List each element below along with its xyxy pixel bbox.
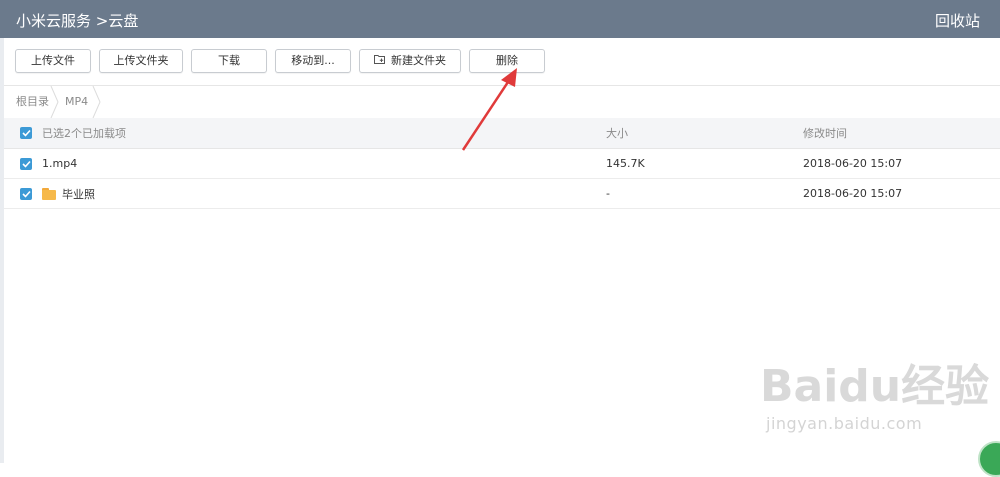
breadcrumb-separator-icon xyxy=(92,86,101,118)
watermark: Baidu经验 jingyan.baidu.com xyxy=(760,350,990,433)
folder-icon xyxy=(42,187,56,200)
folder-name-cell[interactable]: 毕业照 xyxy=(42,179,95,208)
move-to-button[interactable]: 移动到... xyxy=(275,49,351,73)
check-icon xyxy=(20,157,32,170)
corner-badge-icon xyxy=(978,441,1000,477)
upload-folder-button[interactable]: 上传文件夹 xyxy=(99,49,183,73)
new-folder-button[interactable]: 新建文件夹 xyxy=(359,49,461,73)
folder-name: 毕业照 xyxy=(62,187,95,201)
row-checkbox[interactable] xyxy=(20,149,32,178)
watermark-logo: Baidu经验 xyxy=(760,361,990,412)
download-button[interactable]: 下载 xyxy=(191,49,267,73)
file-modified: 2018-06-20 15:07 xyxy=(803,157,903,170)
column-header-modified[interactable]: 修改时间 xyxy=(803,118,847,148)
table-row[interactable]: 毕业照 - 2018-06-20 15:07 xyxy=(4,179,1000,209)
page-title: 小米云服务 >云盘 xyxy=(16,12,139,30)
watermark-url: jingyan.baidu.com xyxy=(766,414,923,433)
row-checkbox[interactable] xyxy=(20,179,32,208)
column-header-size[interactable]: 大小 xyxy=(606,118,628,148)
check-icon xyxy=(20,127,32,139)
check-icon xyxy=(20,187,32,200)
file-size: - xyxy=(606,187,610,200)
file-size: 145.7K xyxy=(606,157,645,170)
file-name[interactable]: 1.mp4 xyxy=(42,149,77,178)
annotation-arrow-icon xyxy=(461,68,517,151)
recycle-bin-link[interactable]: 回收站 xyxy=(935,10,980,31)
breadcrumb-current[interactable]: MP4 xyxy=(65,86,88,118)
select-all-checkbox[interactable] xyxy=(20,118,32,148)
breadcrumb-separator-icon xyxy=(50,86,59,118)
breadcrumb-root[interactable]: 根目录 xyxy=(16,86,49,118)
top-bar: 小米云服务 >云盘 回收站 xyxy=(0,0,1000,38)
file-modified: 2018-06-20 15:07 xyxy=(803,187,903,200)
new-folder-icon xyxy=(374,50,385,72)
selection-status: 已选2个已加载项 xyxy=(42,127,126,140)
new-folder-label: 新建文件夹 xyxy=(391,54,446,67)
upload-file-button[interactable]: 上传文件 xyxy=(15,49,91,73)
